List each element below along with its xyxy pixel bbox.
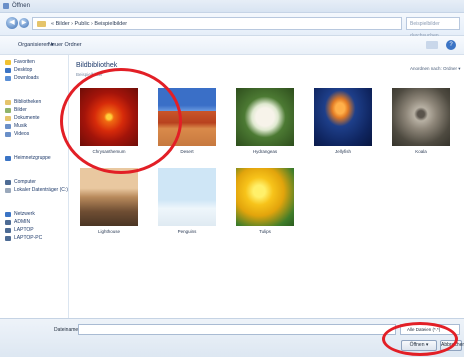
file-name: Lighthouse [97,229,121,234]
breadcrumb[interactable]: « Bilder › Public › Beispielbilder [32,17,402,30]
sidebar-item-music[interactable]: Musik [5,123,27,129]
network-pc-icon [5,220,11,225]
koala-image [392,88,450,146]
file-name: Jellyfish [334,149,351,154]
arrange-by-dropdown[interactable]: Anordnen nach: Ordner ▾ [410,66,461,72]
sidebar-item-drive-c[interactable]: Lokaler Datenträger (C:) [5,187,68,193]
toolbar: Organisieren ▾ Neuer Ordner ? [0,36,464,55]
music-icon [5,124,11,129]
file-thumbnail[interactable]: Koala [392,88,450,154]
tulips-image [236,168,294,226]
sidebar-item-network[interactable]: Netzwerk [5,211,35,217]
forward-arrow-icon[interactable]: ▶ [19,18,29,28]
back-arrow-icon[interactable]: ◀ [6,17,18,29]
file-thumbnail[interactable]: Hydrangeas [236,88,294,154]
filename-label: Dateiname: [54,327,80,333]
search-input[interactable]: Beispielbilder durchsuchen [406,17,460,39]
drive-icon [5,188,11,193]
view-options-icon[interactable] [426,41,438,49]
app-icon [3,3,9,9]
highlight-circle-open-button [382,322,458,356]
file-name: Penguins [177,229,197,234]
sidebar-item-videos[interactable]: Videos [5,131,29,137]
file-thumbnail[interactable]: Tulips [236,168,294,234]
sidebar-item-network-pc[interactable]: LAPTOP [5,227,34,233]
new-folder-button[interactable]: Neuer Ordner [48,36,82,54]
sidebar-item-homegroup[interactable]: Heimnetzgruppe [5,155,51,161]
breadcrumb-path: « Bilder › Public › Beispielbilder [51,21,128,27]
homegroup-icon [5,156,11,161]
star-icon [5,60,11,65]
file-name: Koala [415,149,427,154]
sidebar-item-documents[interactable]: Dokumente [5,115,40,121]
videos-icon [5,132,11,137]
highlight-circle-thumbnail [60,68,182,174]
library-icon [5,100,11,105]
help-icon[interactable]: ? [446,40,456,50]
computer-icon [5,180,11,185]
sidebar-item-network-pc[interactable]: LAPTOP-PC [5,235,42,241]
sidebar-item-desktop[interactable]: Desktop [5,67,32,73]
network-pc-icon [5,236,11,241]
sidebar-item-computer[interactable]: Computer [5,179,36,185]
jellyfish-image [314,88,372,146]
download-icon [5,76,11,81]
documents-icon [5,116,11,121]
penguins-image [158,168,216,226]
sidebar-item-downloads[interactable]: Downloads [5,75,39,81]
sidebar-item-libraries[interactable]: Bibliotheken [5,99,41,105]
file-thumbnail[interactable]: Jellyfish [314,88,372,154]
window-title: Öffnen [12,3,30,9]
hydrangeas-image [236,88,294,146]
sidebar-item-pictures[interactable]: Bilder [5,107,27,113]
folder-icon [37,21,46,27]
filename-input[interactable] [78,324,396,335]
desktop-icon [5,68,11,73]
sidebar-item-network-pc[interactable]: ADMIN [5,219,30,225]
title-bar: Öffnen [0,0,464,13]
network-icon [5,212,11,217]
sidebar-item-favorites[interactable]: Favoriten [5,59,35,65]
network-pc-icon [5,228,11,233]
file-name: Tulips [259,229,271,234]
address-bar: ◀ ▶ « Bilder › Public › Beispielbilder B… [0,13,464,39]
pictures-icon [5,108,11,113]
file-thumbnail[interactable]: Lighthouse [80,168,138,234]
navigation-pane: Favoriten Desktop Downloads Bibliotheken… [0,55,69,318]
file-thumbnail[interactable]: Penguins [158,168,216,234]
file-name: Hydrangeas [252,149,278,154]
lighthouse-image [80,168,138,226]
